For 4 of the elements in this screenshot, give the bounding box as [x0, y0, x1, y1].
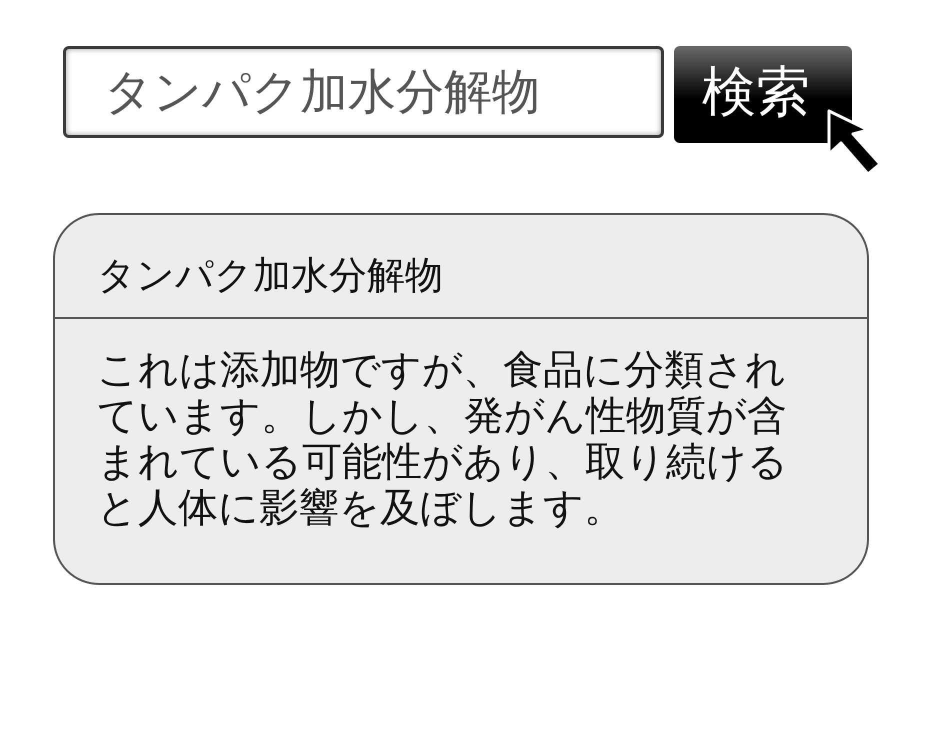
search-field[interactable]: タンパク加水分解物 — [63, 46, 664, 138]
search-button[interactable]: 検索 — [674, 46, 852, 143]
result-text: これは添加物ですが、食品に分類されています。しかし、発がん性物質が含まれている可能性があり、取り続けると人体に影響を及ぼします。 — [97, 347, 789, 531]
result-title: タンパク加水分解物 — [96, 252, 444, 299]
